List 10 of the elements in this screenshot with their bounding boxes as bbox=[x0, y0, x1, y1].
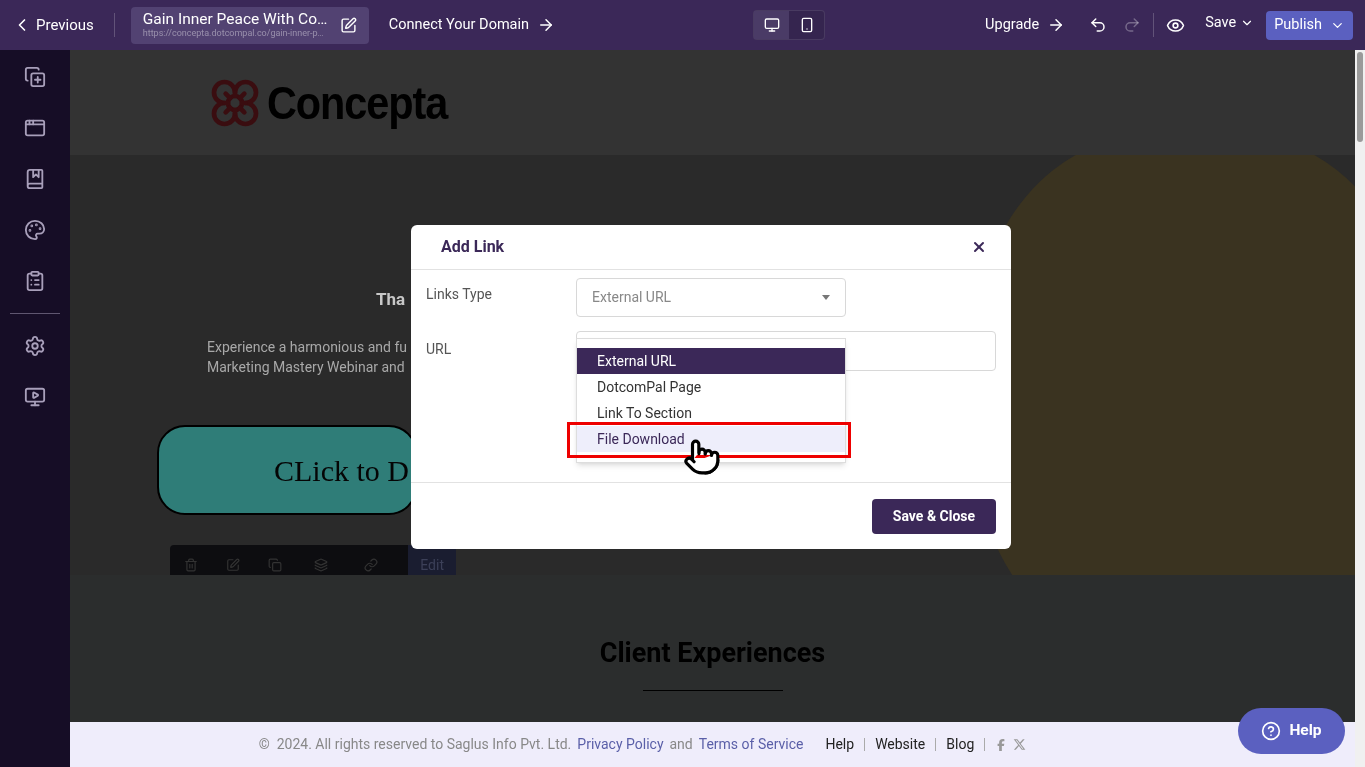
field-label: Links Type bbox=[426, 285, 493, 304]
copyright-text: © 2024. All rights reserved to Saglus Info Pvt. Ltd. bbox=[258, 735, 572, 754]
hero-text-line: Experience a harmonious and fu bbox=[207, 338, 407, 357]
page-title: Gain Inner Peace With Co… bbox=[142, 11, 329, 28]
field-label: URL bbox=[426, 340, 453, 359]
dialog-title: Add Link bbox=[441, 236, 505, 258]
hero-text-line: Marketing Mastery Webinar and bbox=[207, 358, 406, 377]
hero-heading: Tha bbox=[376, 289, 406, 309]
footer-text: and bbox=[669, 735, 693, 754]
page-url: https://concepta.dotcompal.co/gain-inner-p… bbox=[142, 29, 325, 39]
